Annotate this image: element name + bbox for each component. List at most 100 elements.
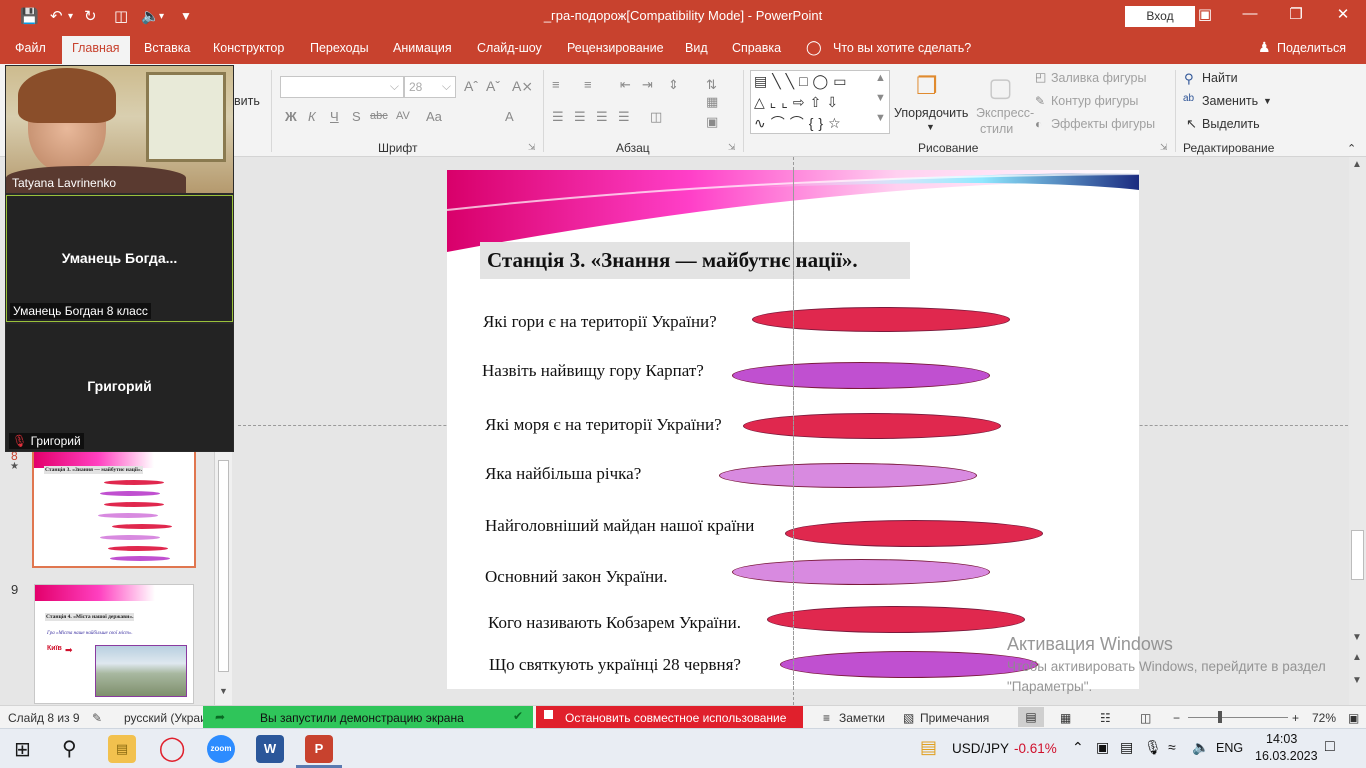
reading-view-icon[interactable]: ☷: [1100, 711, 1111, 725]
next-slide-icon[interactable]: ▼: [1352, 675, 1362, 686]
thumbnails-scroll-thumb[interactable]: [218, 460, 229, 672]
text-direction-icon[interactable]: ⇅: [706, 77, 717, 93]
answer-cover-oval[interactable]: [732, 362, 990, 389]
question-text[interactable]: Найголовніший майдан нашої країни: [485, 516, 754, 536]
font-color-button[interactable]: A: [505, 109, 514, 124]
network-adapter-icon[interactable]: ▣: [1096, 739, 1109, 756]
show-hidden-icons[interactable]: ⌃: [1072, 739, 1084, 756]
slide-title[interactable]: Станція 3. «Знання — майбутнє нації».: [480, 242, 910, 279]
align-center-icon[interactable]: ☰: [574, 109, 586, 125]
minimize-icon[interactable]: —: [1238, 5, 1262, 22]
change-case-button[interactable]: Aa: [426, 109, 442, 124]
comments-icon[interactable]: ▧: [903, 711, 914, 725]
spellcheck-icon[interactable]: ✎: [92, 711, 102, 725]
quick-styles-label-2[interactable]: стили: [980, 122, 1013, 136]
question-text[interactable]: Що святкують українці 28 червня?: [489, 655, 741, 675]
scroll-down-icon[interactable]: ▼: [1352, 632, 1362, 643]
ribbon-display-icon[interactable]: ▣: [1193, 5, 1217, 23]
increase-indent-icon[interactable]: ⇥: [642, 77, 653, 93]
powerpoint-icon[interactable]: P: [305, 735, 333, 763]
align-left-icon[interactable]: ☰: [552, 109, 564, 125]
align-right-icon[interactable]: ☰: [596, 109, 608, 125]
close-icon[interactable]: ✕: [1331, 5, 1355, 23]
grow-font-icon[interactable]: Aˆ: [464, 78, 478, 94]
answer-cover-oval[interactable]: [743, 413, 1001, 439]
drawing-dialog-launcher-icon[interactable]: ⇲: [1160, 142, 1168, 153]
wifi-icon[interactable]: ≈: [1168, 739, 1176, 755]
tab-slideshow[interactable]: Слайд-шоу: [477, 41, 542, 55]
tab-file[interactable]: Файл: [15, 41, 46, 55]
windows-start-icon[interactable]: ⊞: [14, 737, 31, 762]
slide8-thumbnail[interactable]: Станція 3. «Знання — майбутнє нації».: [32, 448, 196, 568]
arrange-button[interactable]: Упорядочить: [894, 106, 968, 120]
zoom-out-icon[interactable]: −: [1173, 711, 1180, 725]
font-name-combo[interactable]: ⌵: [280, 76, 404, 98]
shapes-gallery[interactable]: ▤╲╲□◯▭ △⌞⌞⇨⇧⇩ ∿⌒⌒{}☆: [750, 70, 890, 134]
columns-icon[interactable]: ◫: [650, 109, 662, 125]
search-icon[interactable]: ⚲: [62, 736, 77, 761]
clock-time[interactable]: 14:03: [1266, 732, 1297, 746]
video-tile-bogdan[interactable]: Уманець Богда... Уманець Богдан 8 класс: [6, 195, 233, 322]
scroll-thumb[interactable]: [1351, 530, 1364, 580]
italic-button[interactable]: К: [308, 109, 316, 124]
slide-sorter-icon[interactable]: ▦: [1060, 711, 1071, 725]
video-tile-tatyana[interactable]: Tatyana Lavrinenko: [6, 66, 233, 193]
zoom-video-panel[interactable]: Tatyana Lavrinenko Уманець Богда... Уман…: [5, 65, 234, 452]
stocks-icon[interactable]: ▤: [920, 737, 937, 758]
shrink-font-icon[interactable]: Aˇ: [486, 78, 500, 94]
thumbnails-scroll-down-icon[interactable]: ▼: [219, 686, 228, 696]
smartart-icon[interactable]: ▣: [706, 114, 718, 130]
volume-icon[interactable]: 🔈: [1192, 739, 1209, 756]
tab-home[interactable]: Главная: [62, 36, 130, 65]
scroll-up-icon[interactable]: ▲: [1352, 159, 1362, 170]
question-text[interactable]: Основний закон України.: [485, 567, 668, 587]
shadow-button[interactable]: S: [352, 109, 361, 124]
thumbnails-scrollbar[interactable]: ▼: [214, 452, 232, 705]
tab-help[interactable]: Справка: [732, 41, 781, 55]
arrange-icon[interactable]: ❐: [916, 72, 938, 101]
restore-icon[interactable]: ❐: [1284, 5, 1308, 23]
answer-cover-oval[interactable]: [732, 559, 990, 585]
underline-button[interactable]: Ч: [330, 109, 339, 124]
justify-icon[interactable]: ☰: [618, 109, 630, 125]
notifications-icon[interactable]: □: [1325, 738, 1335, 756]
tell-me-search[interactable]: Что вы хотите сделать?: [833, 41, 971, 55]
word-icon[interactable]: W: [256, 735, 284, 763]
zoom-slider[interactable]: [1188, 711, 1288, 723]
notes-icon[interactable]: ≡: [823, 711, 830, 725]
find-icon[interactable]: ⚲: [1184, 71, 1194, 87]
lightbulb-icon[interactable]: ◯: [806, 39, 822, 56]
answer-cover-oval[interactable]: [719, 463, 977, 488]
gallery-scroll-up-icon[interactable]: ▲: [875, 72, 886, 84]
tab-transitions[interactable]: Переходы: [310, 41, 369, 55]
tab-design[interactable]: Конструктор: [213, 41, 284, 55]
tab-view[interactable]: Вид: [685, 41, 708, 55]
gallery-scroll-down-icon[interactable]: ▼: [875, 92, 886, 104]
signin-button[interactable]: Вход: [1125, 6, 1195, 27]
pen-icon[interactable]: ✎: [1035, 94, 1045, 108]
share-person-icon[interactable]: ♟: [1258, 39, 1271, 56]
slideshow-view-icon[interactable]: ◫: [1140, 711, 1151, 725]
shape-fill-button[interactable]: Заливка фигуры: [1051, 71, 1146, 85]
comments-button[interactable]: Примечания: [920, 711, 989, 725]
quick-styles-label-1[interactable]: Экспресс-: [976, 106, 1034, 120]
notes-button[interactable]: Заметки: [839, 711, 885, 725]
question-text[interactable]: Які моря є на території України?: [485, 415, 722, 435]
zoom-app-icon[interactable]: zoom: [207, 735, 235, 763]
answer-cover-oval[interactable]: [767, 606, 1025, 633]
bullets-icon[interactable]: ≡: [552, 77, 560, 92]
file-explorer-icon[interactable]: ▤: [108, 735, 136, 763]
clock-date[interactable]: 16.03.2023: [1255, 749, 1318, 763]
replace-button[interactable]: Заменить: [1202, 94, 1258, 108]
font-dialog-launcher-icon[interactable]: ⇲: [528, 142, 536, 153]
gallery-more-icon[interactable]: ▼: [875, 112, 886, 124]
share-button[interactable]: Поделиться: [1277, 41, 1346, 55]
microphone-icon[interactable]: 🎙: [1144, 739, 1162, 756]
paragraph-dialog-launcher-icon[interactable]: ⇲: [728, 142, 736, 153]
stock-change[interactable]: -0.61%: [1014, 741, 1057, 756]
decrease-indent-icon[interactable]: ⇤: [620, 77, 631, 93]
video-tile-grigoriy[interactable]: Григорий 🎙 Григорий: [6, 324, 233, 451]
fit-to-window-icon[interactable]: ▣: [1348, 711, 1359, 725]
language-indicator[interactable]: русский (Украи: [124, 711, 207, 725]
strikethrough-button[interactable]: abc: [370, 110, 388, 122]
